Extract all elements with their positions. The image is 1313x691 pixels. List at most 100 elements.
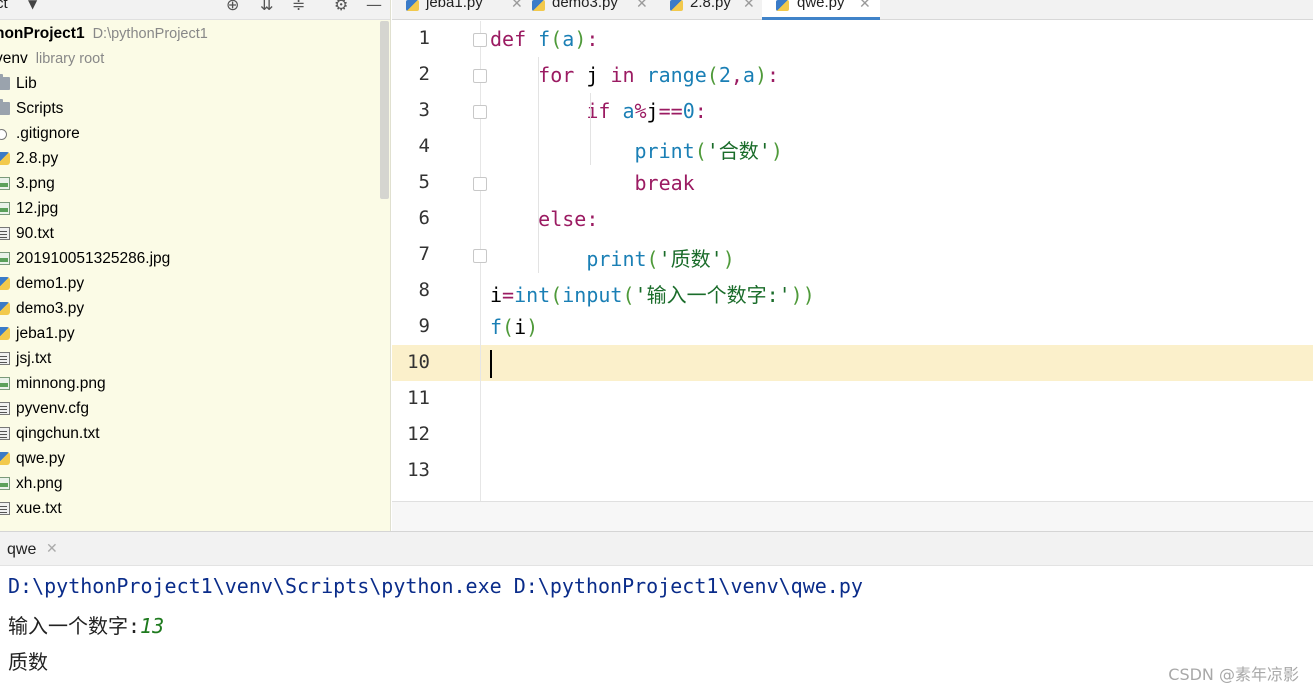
gear-icon[interactable]: ⚙ bbox=[334, 0, 348, 14]
code-token: ( bbox=[550, 27, 563, 51]
image-file-icon bbox=[0, 177, 10, 190]
tab-2-8[interactable]: 2.8.py ✕ bbox=[670, 0, 760, 20]
tree-item[interactable]: 3.png bbox=[0, 171, 380, 196]
tree-item[interactable]: 90.txt bbox=[0, 221, 380, 246]
code-line[interactable]: 5 break bbox=[392, 165, 1313, 201]
tree-item[interactable]: xue.txt bbox=[0, 496, 380, 521]
console-user-input: 13 bbox=[140, 614, 165, 638]
close-icon[interactable]: ✕ bbox=[46, 541, 58, 557]
project-path: D:\pythonProject1 bbox=[92, 26, 208, 42]
code-token: else: bbox=[538, 207, 599, 231]
code-token: ) bbox=[574, 27, 587, 51]
code-line[interactable]: 10 bbox=[392, 345, 1313, 381]
line-number: 3 bbox=[418, 99, 430, 121]
close-icon[interactable]: ✕ bbox=[636, 0, 648, 10]
tree-item[interactable]: jeba1.py bbox=[0, 321, 380, 346]
tree-item[interactable]: 12.jpg bbox=[0, 196, 380, 221]
tree-item-label: xh.png bbox=[16, 475, 63, 492]
locate-icon[interactable]: ⊕ bbox=[226, 0, 239, 14]
tree-item[interactable]: demo3.py bbox=[0, 296, 380, 321]
line-number: 5 bbox=[418, 171, 430, 193]
code-line[interactable]: 11 bbox=[392, 381, 1313, 417]
code-line[interactable]: 3 if a%j==0: bbox=[392, 93, 1313, 129]
image-file-icon bbox=[0, 377, 10, 390]
tree-item[interactable]: Lib bbox=[0, 71, 380, 96]
hide-icon[interactable]: — bbox=[366, 0, 382, 14]
tree-item-label: 20191005132528​6.jpg bbox=[16, 250, 171, 267]
indent-guide bbox=[590, 93, 591, 165]
run-tab-qwe[interactable]: qwe bbox=[7, 541, 36, 559]
collapse-all-icon[interactable]: ≑ bbox=[292, 0, 305, 14]
tree-root-project[interactable]: honProject1 D:\pythonProject1 bbox=[0, 21, 380, 46]
chevron-down-icon[interactable]: ▼ bbox=[28, 0, 37, 11]
code-line[interactable]: 6 else: bbox=[392, 201, 1313, 237]
tab-qwe[interactable]: qwe.py ✕ bbox=[762, 0, 880, 20]
python-file-icon bbox=[0, 327, 10, 340]
close-icon[interactable]: ✕ bbox=[511, 0, 523, 10]
run-console[interactable]: D:\pythonProject1\venv\Scripts\python.ex… bbox=[0, 566, 1313, 691]
code-line[interactable]: 4 print('合数') bbox=[392, 129, 1313, 165]
close-icon[interactable]: ✕ bbox=[859, 0, 871, 10]
code-editor[interactable]: 1 def f(a): 2 for j in range(2,a): 3 if a%j… bbox=[392, 21, 1313, 501]
code-line[interactable]: 2 for j in range(2,a): bbox=[392, 57, 1313, 93]
tab-label: 2.8.py bbox=[690, 0, 731, 11]
tree-item-venv[interactable]: venv library root bbox=[0, 46, 380, 71]
run-tool-window-header: qwe ✕ bbox=[0, 531, 1313, 566]
code-text: def f(a): bbox=[490, 27, 598, 51]
code-line[interactable]: 13 bbox=[392, 453, 1313, 489]
tree-item[interactable]: jsj.txt bbox=[0, 346, 380, 371]
tree-item[interactable]: qingchun.txt bbox=[0, 421, 380, 446]
code-token: ) bbox=[770, 139, 783, 163]
code-token: 2 bbox=[718, 63, 731, 87]
code-token: ) bbox=[754, 63, 768, 87]
code-line[interactable]: 8 i=int(input('输入一个数字:')) bbox=[392, 273, 1313, 309]
console-prompt: 输入一个数字: bbox=[8, 614, 141, 638]
code-token: ( bbox=[502, 315, 515, 339]
python-file-icon bbox=[532, 0, 545, 11]
code-token: i bbox=[490, 283, 503, 307]
fold-marker[interactable] bbox=[473, 105, 487, 119]
code-token: : bbox=[586, 27, 599, 51]
text-caret bbox=[490, 350, 492, 378]
code-text: else: bbox=[490, 207, 598, 231]
text-file-icon bbox=[0, 227, 10, 240]
tree-item[interactable]: demo1.py bbox=[0, 271, 380, 296]
close-icon[interactable]: ✕ bbox=[743, 0, 755, 10]
code-line[interactable]: 9 f(i) bbox=[392, 309, 1313, 345]
code-line[interactable]: 12 bbox=[392, 417, 1313, 453]
tree-item[interactable]: qwe.py bbox=[0, 446, 380, 471]
tree-item[interactable]: 2.8.py bbox=[0, 146, 380, 171]
tree-item-label: pyvenv.cfg bbox=[16, 400, 89, 417]
fold-marker[interactable] bbox=[473, 249, 487, 263]
project-scrollbar[interactable] bbox=[380, 21, 389, 199]
tab-jeba1[interactable]: jeba1.py ✕ bbox=[406, 0, 526, 20]
tree-item-label: 3.png bbox=[16, 175, 55, 192]
fold-marker[interactable] bbox=[473, 177, 487, 191]
tree-item[interactable]: Scripts bbox=[0, 96, 380, 121]
code-token: '合数' bbox=[706, 139, 771, 163]
image-file-icon bbox=[0, 477, 10, 490]
tree-item[interactable]: minnong.png bbox=[0, 371, 380, 396]
fold-marker[interactable] bbox=[473, 69, 487, 83]
project-view-selector[interactable]: ct bbox=[0, 0, 8, 12]
fold-marker[interactable] bbox=[473, 33, 487, 47]
code-token: : bbox=[694, 99, 707, 123]
tree-item[interactable]: xh.png bbox=[0, 471, 380, 496]
code-text: f(i) bbox=[490, 315, 538, 339]
line-number: 9 bbox=[418, 315, 430, 337]
tree-item[interactable]: .gitignore bbox=[0, 121, 380, 146]
code-line[interactable]: 7 print('质数') bbox=[392, 237, 1313, 273]
tree-item-label: demo1.py bbox=[16, 275, 85, 292]
tab-demo3[interactable]: demo3.py ✕ bbox=[532, 0, 652, 20]
expand-all-icon[interactable]: ⇊ bbox=[260, 0, 273, 14]
python-file-icon bbox=[0, 152, 10, 165]
python-file-icon bbox=[406, 0, 419, 11]
code-token: input bbox=[562, 283, 623, 307]
tree-item[interactable]: pyvenv.cfg bbox=[0, 396, 380, 421]
text-file-icon bbox=[0, 502, 10, 515]
tree-item[interactable]: 20191005132528​6.jpg bbox=[0, 246, 380, 271]
code-line[interactable]: 1 def f(a): bbox=[392, 21, 1313, 57]
image-file-icon bbox=[0, 202, 10, 215]
